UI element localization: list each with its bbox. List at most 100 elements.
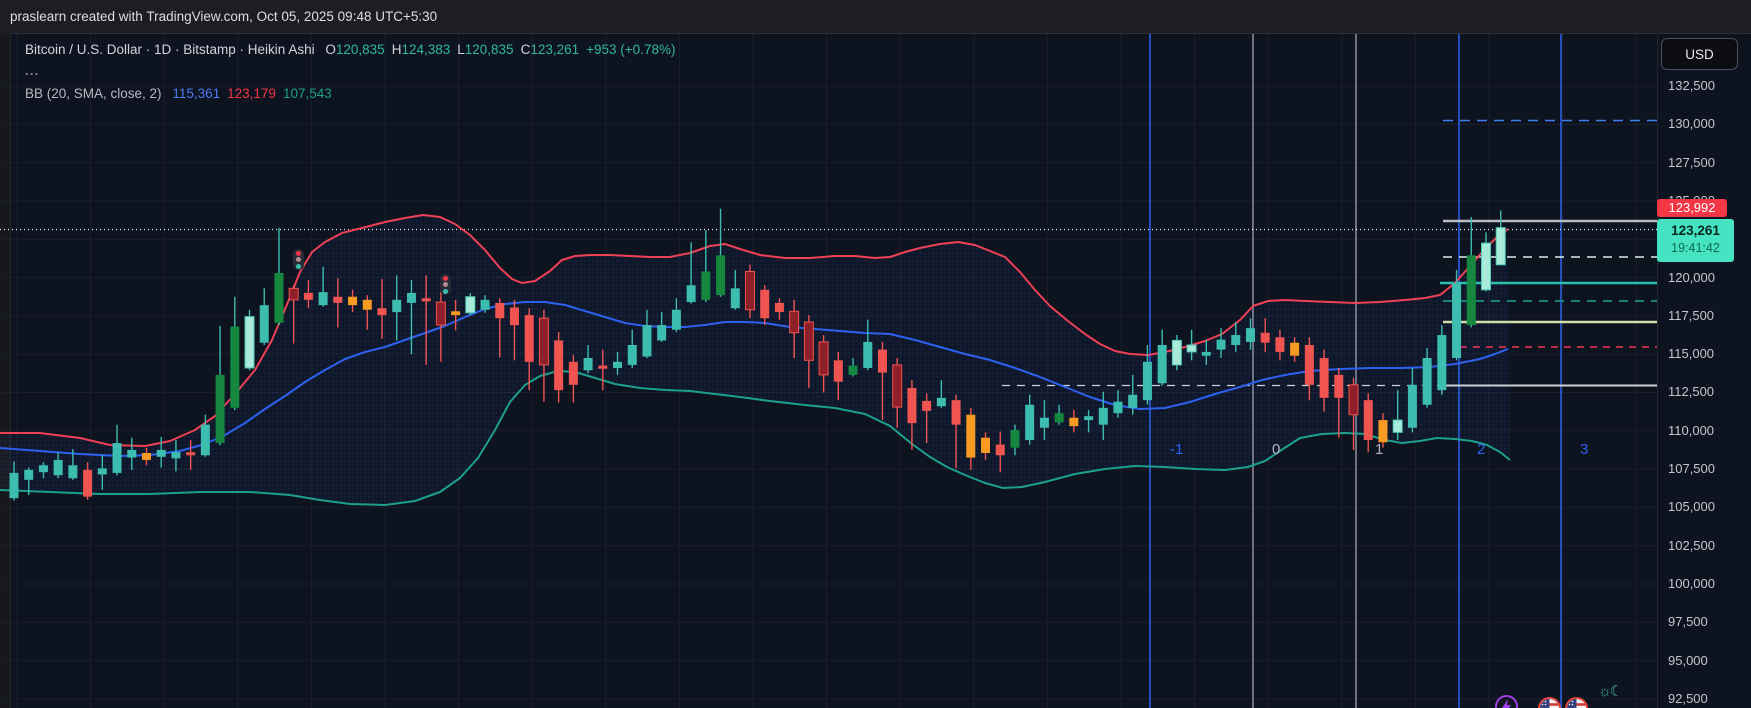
candle-body (613, 361, 623, 368)
candle-body (392, 299, 402, 313)
candle-body (1186, 344, 1197, 353)
candle-body (1054, 413, 1064, 423)
candle-body (24, 469, 34, 480)
candle-body (922, 400, 932, 411)
candle-body (259, 305, 269, 343)
candle-body (1157, 344, 1167, 384)
candle-body (774, 302, 784, 313)
candle-body (215, 374, 225, 444)
candle-body (716, 255, 726, 296)
ohlc-label: L (457, 42, 465, 57)
price-axis-label: 107,500 (1668, 461, 1715, 477)
ohlc-label: H (391, 42, 402, 57)
candle-body (509, 307, 519, 326)
us-flag-icon[interactable] (1538, 697, 1561, 708)
candle-body (627, 344, 637, 365)
candle-body (421, 298, 431, 302)
candle-body (435, 301, 446, 326)
signal-marker-icon[interactable] (440, 274, 451, 295)
candle-body (818, 341, 829, 376)
candle-body (1495, 227, 1506, 266)
price-chart-canvas[interactable] (0, 0, 1751, 708)
candle-body (230, 326, 240, 408)
candle-body (1290, 342, 1300, 356)
price-axis-label: 95,000 (1668, 652, 1708, 668)
bb-indicator-label: BB (20, SMA, close, 2) (25, 86, 162, 101)
candle-body (554, 340, 564, 391)
bb-value: 107,543 (282, 86, 332, 101)
candle-body (333, 296, 343, 303)
symbol-title: Bitcoin / U.S. Dollar · 1D · Bitstamp · … (25, 42, 315, 57)
candle-body (288, 287, 299, 301)
candle-body (171, 452, 181, 459)
price-axis-label: 112,500 (1668, 384, 1715, 400)
candle-body (1437, 335, 1447, 391)
candle-body (951, 400, 961, 425)
candle-body (1128, 394, 1138, 408)
candle-body (348, 296, 358, 306)
price-axis-label: 130,000 (1668, 116, 1715, 132)
ohlc-values: O120,835 H124,383 L120,835 C123,261 +953 (+0… (318, 42, 675, 57)
candle-body (1392, 419, 1403, 433)
price-axis-label: 115,000 (1668, 346, 1715, 362)
us-flag-icon[interactable] (1565, 697, 1588, 708)
candle-body (1378, 420, 1388, 443)
candle-body (701, 271, 711, 300)
bb-indicator-values: 115,361 123,179 107,543 (165, 86, 331, 101)
lightning-icon[interactable] (1495, 695, 1518, 708)
candle-body (1069, 417, 1079, 427)
legend-more-button[interactable]: ... (25, 63, 39, 78)
candle-body (966, 414, 976, 458)
candle-body (303, 292, 313, 300)
bb-indicator-legend[interactable]: BB (20, SMA, close, 2) 115,361 123,179 107… (25, 86, 332, 101)
candle-body (1142, 361, 1152, 401)
candle-body (9, 472, 19, 499)
candle-body (1422, 358, 1432, 405)
candle-body (745, 270, 755, 311)
price-axis-label: 132,500 (1668, 78, 1715, 94)
candle-body (1098, 407, 1108, 425)
candle-body (1452, 282, 1462, 359)
candle-body (1113, 401, 1123, 414)
candle-body (112, 443, 122, 473)
candle-body (1319, 358, 1329, 398)
candle-body (1407, 384, 1417, 428)
candle-body (1275, 337, 1285, 352)
candle-body (642, 325, 652, 357)
candle-body (1039, 417, 1049, 428)
session-count-label: -1 (1170, 441, 1184, 458)
symbol-legend[interactable]: Bitcoin / U.S. Dollar · 1D · Bitstamp · … (25, 42, 675, 57)
candle-body (83, 469, 93, 497)
bb-band-fill (0, 215, 1510, 505)
bb-value: 115,361 (172, 86, 221, 101)
candle-body (406, 292, 416, 303)
candle-body (377, 308, 387, 316)
candle-body (97, 468, 107, 475)
candle-body (53, 459, 63, 476)
candle-body (1363, 400, 1373, 440)
session-count-label: 2 (1477, 441, 1486, 458)
signal-marker-icon[interactable] (293, 249, 304, 270)
bb-value: 123,179 (227, 86, 276, 101)
session-count-label: 3 (1580, 441, 1589, 458)
currency-toggle-button[interactable]: USD (1661, 38, 1738, 70)
candle-body (598, 365, 608, 369)
candle-body (1216, 339, 1226, 350)
candle-body (200, 424, 210, 456)
candle-body (803, 321, 814, 361)
candle-body (671, 309, 681, 330)
price-axis-label: 100,000 (1668, 576, 1715, 591)
candle-body (848, 365, 858, 375)
candle-body (863, 341, 873, 368)
ohlc-label: C (520, 42, 531, 57)
price-axis-label: 105,000 (1668, 499, 1715, 515)
candle-body (38, 465, 48, 473)
candle-body (1481, 242, 1491, 291)
candle-body (1084, 416, 1094, 421)
candle-body (760, 289, 770, 319)
candle-body (1245, 328, 1255, 342)
price-axis-label: 110,000 (1668, 422, 1715, 438)
candle-body (1334, 374, 1344, 398)
session-count-label: 0 (1272, 441, 1281, 458)
ohlc-label: O (325, 42, 336, 57)
